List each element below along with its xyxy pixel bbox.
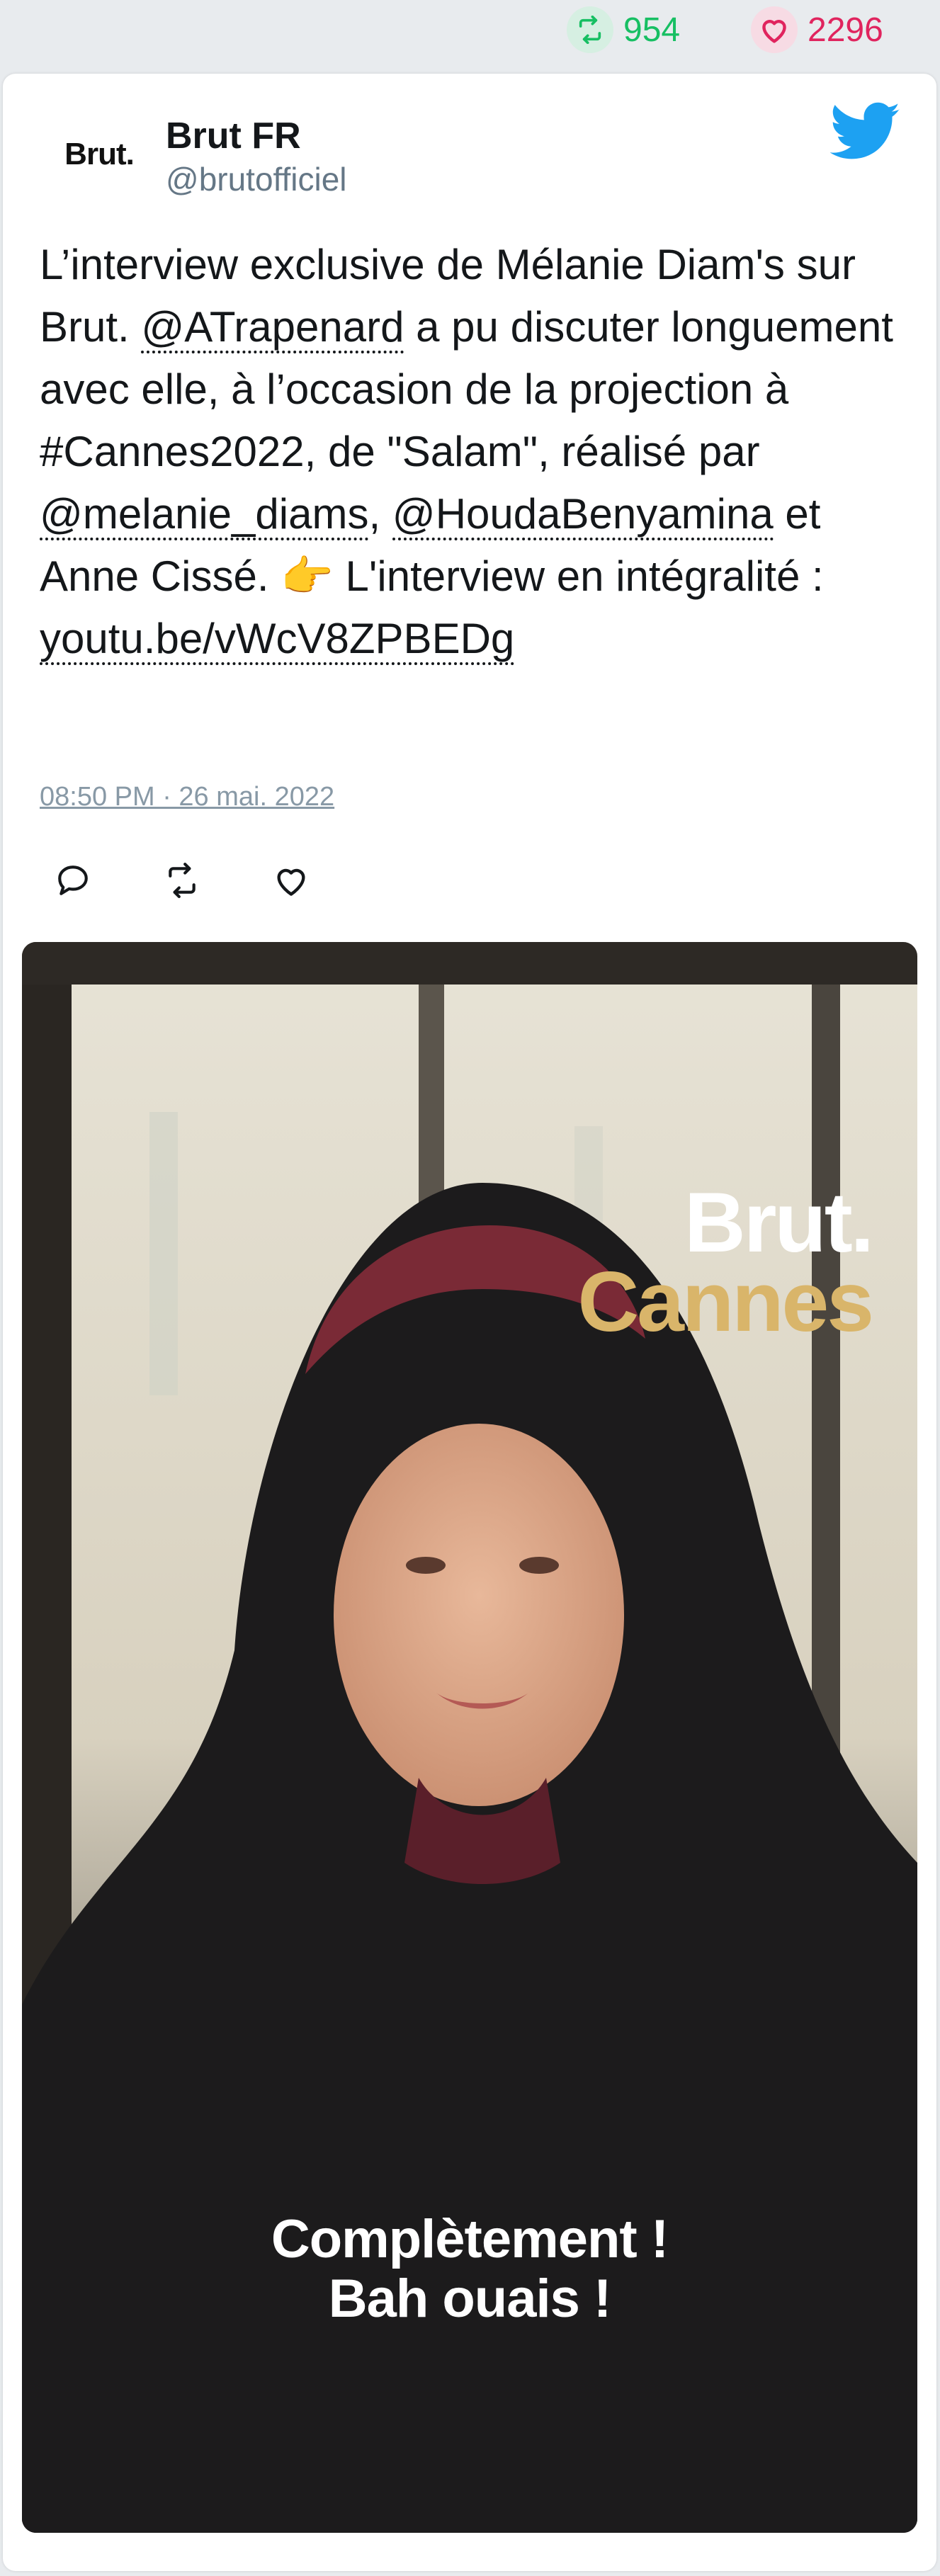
like-button[interactable] <box>269 860 313 904</box>
video-subtitle: Complètement ! Bah ouais ! <box>22 2210 917 2329</box>
tweet-card: Brut. Brut FR @brutofficiel L’interview … <box>3 74 936 2571</box>
retweet-count[interactable]: 954 <box>567 6 681 53</box>
retweet-count-label: 954 <box>623 11 681 49</box>
tweet-text: L’interview exclusive de Mélanie Diam's … <box>40 234 911 670</box>
heart-icon <box>273 863 310 901</box>
tweet-media-video[interactable]: Brut. Cannes Complètement ! Bah ouais ! <box>22 942 917 2533</box>
avatar[interactable]: Brut. <box>43 119 156 190</box>
subtitle-line-2: Bah ouais ! <box>328 2269 612 2329</box>
mention-melanie-diams[interactable]: @melanie_diams <box>40 490 369 540</box>
avatar-logo-text: Brut. <box>64 137 135 171</box>
retweet-button[interactable] <box>160 860 204 904</box>
retweet-icon <box>567 6 613 53</box>
mention-atrapenard[interactable]: @ATrapenard <box>141 303 404 353</box>
author-name[interactable]: Brut FR <box>166 115 301 157</box>
youtube-link[interactable]: youtu.be/vWcV8ZPBEDg <box>40 615 515 665</box>
like-count[interactable]: 2296 <box>751 6 883 53</box>
subtitle-line-1: Complètement ! <box>271 2209 669 2269</box>
stats-bar: 954 2296 <box>0 0 940 64</box>
mention-houdabenyamina[interactable]: @HoudaBenyamina <box>392 490 774 540</box>
tweet-actions <box>51 860 313 909</box>
overlay-brut-text: Brut. <box>684 1175 874 1270</box>
brut-cannes-overlay: Brut. Cannes <box>577 1175 874 1349</box>
overlay-cannes-text: Cannes <box>577 1254 874 1349</box>
reply-icon <box>55 863 91 902</box>
retweet-icon <box>162 862 202 902</box>
tweet-timestamp[interactable]: 08:50 PM · 26 mai. 2022 <box>40 782 334 812</box>
reply-button[interactable] <box>51 860 95 904</box>
author-handle[interactable]: @brutofficiel <box>166 160 347 198</box>
like-count-label: 2296 <box>808 11 883 49</box>
heart-icon <box>751 6 798 53</box>
tweet-text-part3: , <box>368 490 392 538</box>
twitter-bird-icon[interactable] <box>829 102 901 173</box>
